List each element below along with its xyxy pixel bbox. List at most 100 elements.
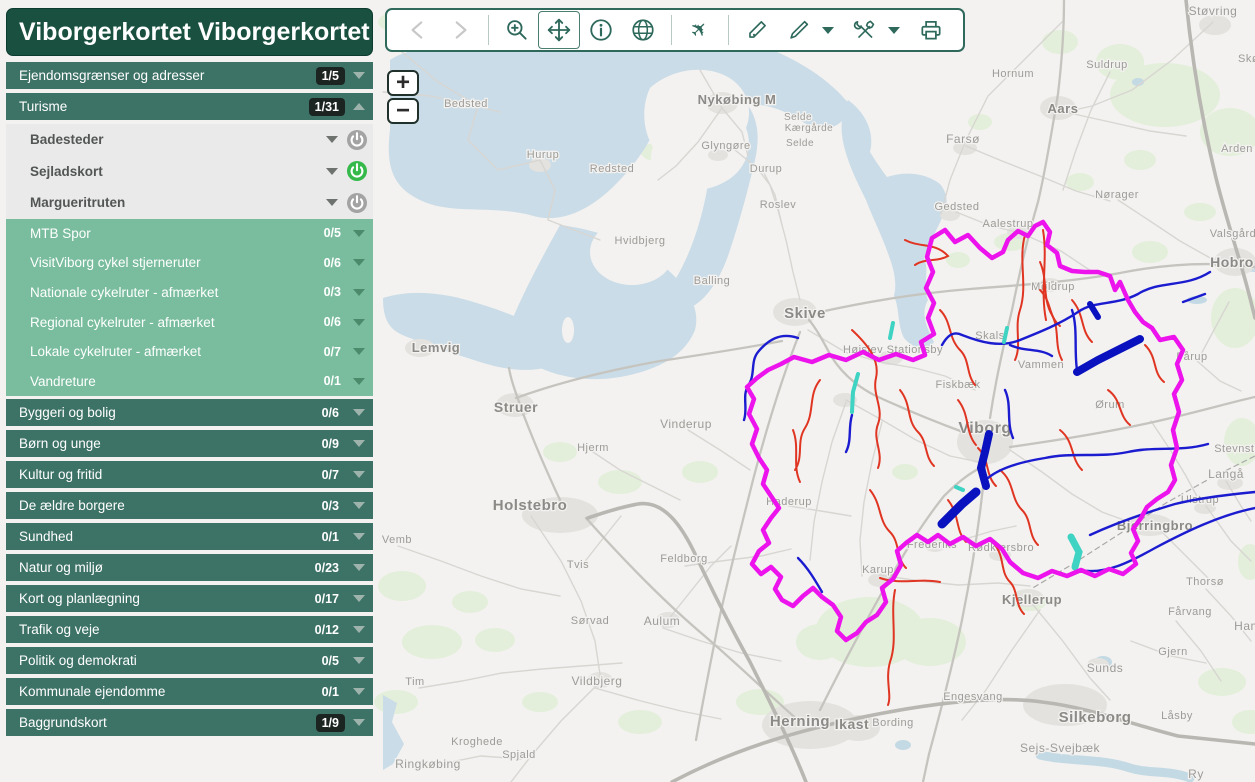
chevron-down-icon[interactable] xyxy=(353,564,365,571)
turisme-group-regional-cykelruter-afm-rket[interactable]: Regional cykelruter - afmærket0/6 xyxy=(6,307,373,337)
chevron-down-icon[interactable] xyxy=(353,289,365,296)
fly-to-tool[interactable]: ✈ xyxy=(679,11,721,49)
chevron-down-icon[interactable] xyxy=(353,502,365,509)
turisme-layer-list: Badesteder Sejladskort Margueritruten xyxy=(0,124,373,219)
history-forward-tool[interactable] xyxy=(439,11,481,49)
map-place-label: Skive xyxy=(784,305,826,322)
map-forest xyxy=(543,442,577,462)
category-label: Kultur og fritid xyxy=(19,467,316,482)
sidebar-category-natur-og-milj-[interactable]: Natur og miljø0/23 xyxy=(6,554,373,581)
map-place-label: Vildbjerg xyxy=(572,674,623,688)
zoom-out-button[interactable]: − xyxy=(387,98,419,124)
draw-tool[interactable] xyxy=(778,11,820,49)
map-forest xyxy=(1184,203,1216,221)
measure-tool[interactable] xyxy=(736,11,778,49)
sidebar-category-kommunale-ejendomme[interactable]: Kommunale ejendomme0/1 xyxy=(6,678,373,705)
chevron-down-icon[interactable] xyxy=(353,626,365,633)
chevron-down-icon[interactable] xyxy=(353,533,365,540)
chevron-down-icon[interactable] xyxy=(353,259,365,266)
map-forest xyxy=(402,625,462,659)
draw-tool-dropdown-caret[interactable] xyxy=(822,27,834,34)
map-place-label: Sørvad xyxy=(571,615,609,627)
category-count-badge: 0/23 xyxy=(309,559,345,577)
power-on-icon[interactable] xyxy=(346,160,368,182)
pan-tool-selected[interactable] xyxy=(538,11,580,49)
map-place-label: Durup xyxy=(750,163,782,175)
svg-text:✈: ✈ xyxy=(687,17,713,43)
chevron-down-icon[interactable] xyxy=(353,688,365,695)
map-place-label: Langå xyxy=(1208,467,1244,481)
zoom-in-button[interactable]: + xyxy=(387,70,419,96)
power-off-icon[interactable] xyxy=(346,129,368,151)
map-island xyxy=(562,317,574,343)
map-place-label: Herning xyxy=(770,713,830,730)
turisme-layer-sejladskort[interactable]: Sejladskort xyxy=(6,156,373,188)
zoom-in-tool[interactable] xyxy=(496,11,538,49)
map-place-label: Sunds xyxy=(1087,661,1124,675)
utilities-tool[interactable] xyxy=(844,11,886,49)
chevron-down-icon[interactable] xyxy=(326,168,338,175)
power-off-icon[interactable] xyxy=(346,192,368,214)
print-tool[interactable] xyxy=(910,11,952,49)
chevron-down-icon[interactable] xyxy=(353,440,365,447)
sidebar-category-byggeri-og-bolig[interactable]: Byggeri og bolig0/6 xyxy=(6,399,373,426)
history-back-tool[interactable] xyxy=(397,11,439,49)
sidebar-category-sundhed[interactable]: Sundhed0/1 xyxy=(6,523,373,550)
chevron-down-icon[interactable] xyxy=(353,657,365,664)
map-place-label: Kærgårde xyxy=(785,122,833,134)
zoom-controls: + − xyxy=(387,70,419,124)
map-place-label: Gjern xyxy=(1158,646,1187,658)
chevron-down-icon[interactable] xyxy=(353,409,365,416)
sidebar-category-politik-og-demokrati[interactable]: Politik og demokrati0/5 xyxy=(6,647,373,674)
chevron-down-icon[interactable] xyxy=(353,595,365,602)
chevron-down-icon[interactable] xyxy=(326,199,338,206)
map-place-label: Stevnstrup xyxy=(1214,443,1255,455)
map-place-label: Aars xyxy=(1048,101,1079,116)
turisme-layer-badesteder[interactable]: Badesteder xyxy=(6,124,373,156)
map-place-label: Aulum xyxy=(644,614,681,628)
map-toolbar: ✈ xyxy=(385,8,965,52)
group-count: 0/6 xyxy=(324,256,345,270)
turisme-group-visitviborg-cykel-stjerneruter[interactable]: VisitViborg cykel stjerneruter0/6 xyxy=(6,248,373,278)
map-island xyxy=(590,219,674,285)
globe-tool[interactable] xyxy=(622,11,664,49)
sidebar-category-kultur-og-fritid[interactable]: Kultur og fritid0/7 xyxy=(6,461,373,488)
turisme-group-lokale-cykelruter-afm-rket[interactable]: Lokale cykelruter - afmærket0/7 xyxy=(6,337,373,367)
category-count-badge: 0/5 xyxy=(316,652,345,670)
info-tool[interactable] xyxy=(580,11,622,49)
turisme-group-mtb-spor[interactable]: MTB Spor0/5 xyxy=(6,219,373,249)
group-label: Nationale cykelruter - afmærket xyxy=(30,285,324,300)
category-count-badge: 0/6 xyxy=(316,404,345,422)
sidebar-category-b-rn-og-unge[interactable]: Børn og unge0/9 xyxy=(6,430,373,457)
sidebar-category-trafik-og-veje[interactable]: Trafik og veje0/12 xyxy=(6,616,373,643)
map-place-label: Tvis xyxy=(567,559,589,571)
turisme-group-vandreture[interactable]: Vandreture0/1 xyxy=(6,366,373,396)
chevron-down-icon[interactable] xyxy=(353,348,365,355)
chevron-up-icon[interactable] xyxy=(353,103,365,110)
layer-label: Sejladskort xyxy=(30,164,318,179)
category-label: Turisme xyxy=(19,99,309,114)
chevron-down-icon[interactable] xyxy=(326,136,338,143)
map-forest xyxy=(946,252,970,268)
map-place-label: Hobro xyxy=(1210,254,1254,270)
category-count-badge: 1/31 xyxy=(309,98,345,116)
group-count: 0/7 xyxy=(324,345,345,359)
utilities-tool-dropdown-caret[interactable] xyxy=(888,27,900,34)
sidebar-category-baggrundskort[interactable]: Baggrundskort1/9 xyxy=(6,709,373,736)
map-place-label: Feldborg xyxy=(660,553,707,565)
sidebar-category-turisme[interactable]: Turisme1/31 xyxy=(6,93,373,120)
sidebar-category-ejendomsgr-nser-og-adresser[interactable]: Ejendomsgrænser og adresser1/5 xyxy=(6,62,373,89)
group-count: 0/3 xyxy=(324,285,345,299)
sidebar-category-kort-og-planl-gning[interactable]: Kort og planlægning0/17 xyxy=(6,585,373,612)
chevron-down-icon[interactable] xyxy=(353,471,365,478)
chevron-down-icon[interactable] xyxy=(353,319,365,326)
sidebar-category-de-ldre-borgere[interactable]: De ældre borgere0/3 xyxy=(6,492,373,519)
chevron-down-icon[interactable] xyxy=(353,719,365,726)
chevron-down-icon[interactable] xyxy=(353,378,365,385)
turisme-group-nationale-cykelruter-afm-rket[interactable]: Nationale cykelruter - afmærket0/3 xyxy=(6,278,373,308)
turisme-layer-margueritruten[interactable]: Margueritruten xyxy=(6,187,373,219)
chevron-down-icon[interactable] xyxy=(353,230,365,237)
map-place-label: Engesvang xyxy=(943,691,1003,703)
category-count-badge: 0/1 xyxy=(316,683,345,701)
chevron-down-icon[interactable] xyxy=(353,72,365,79)
